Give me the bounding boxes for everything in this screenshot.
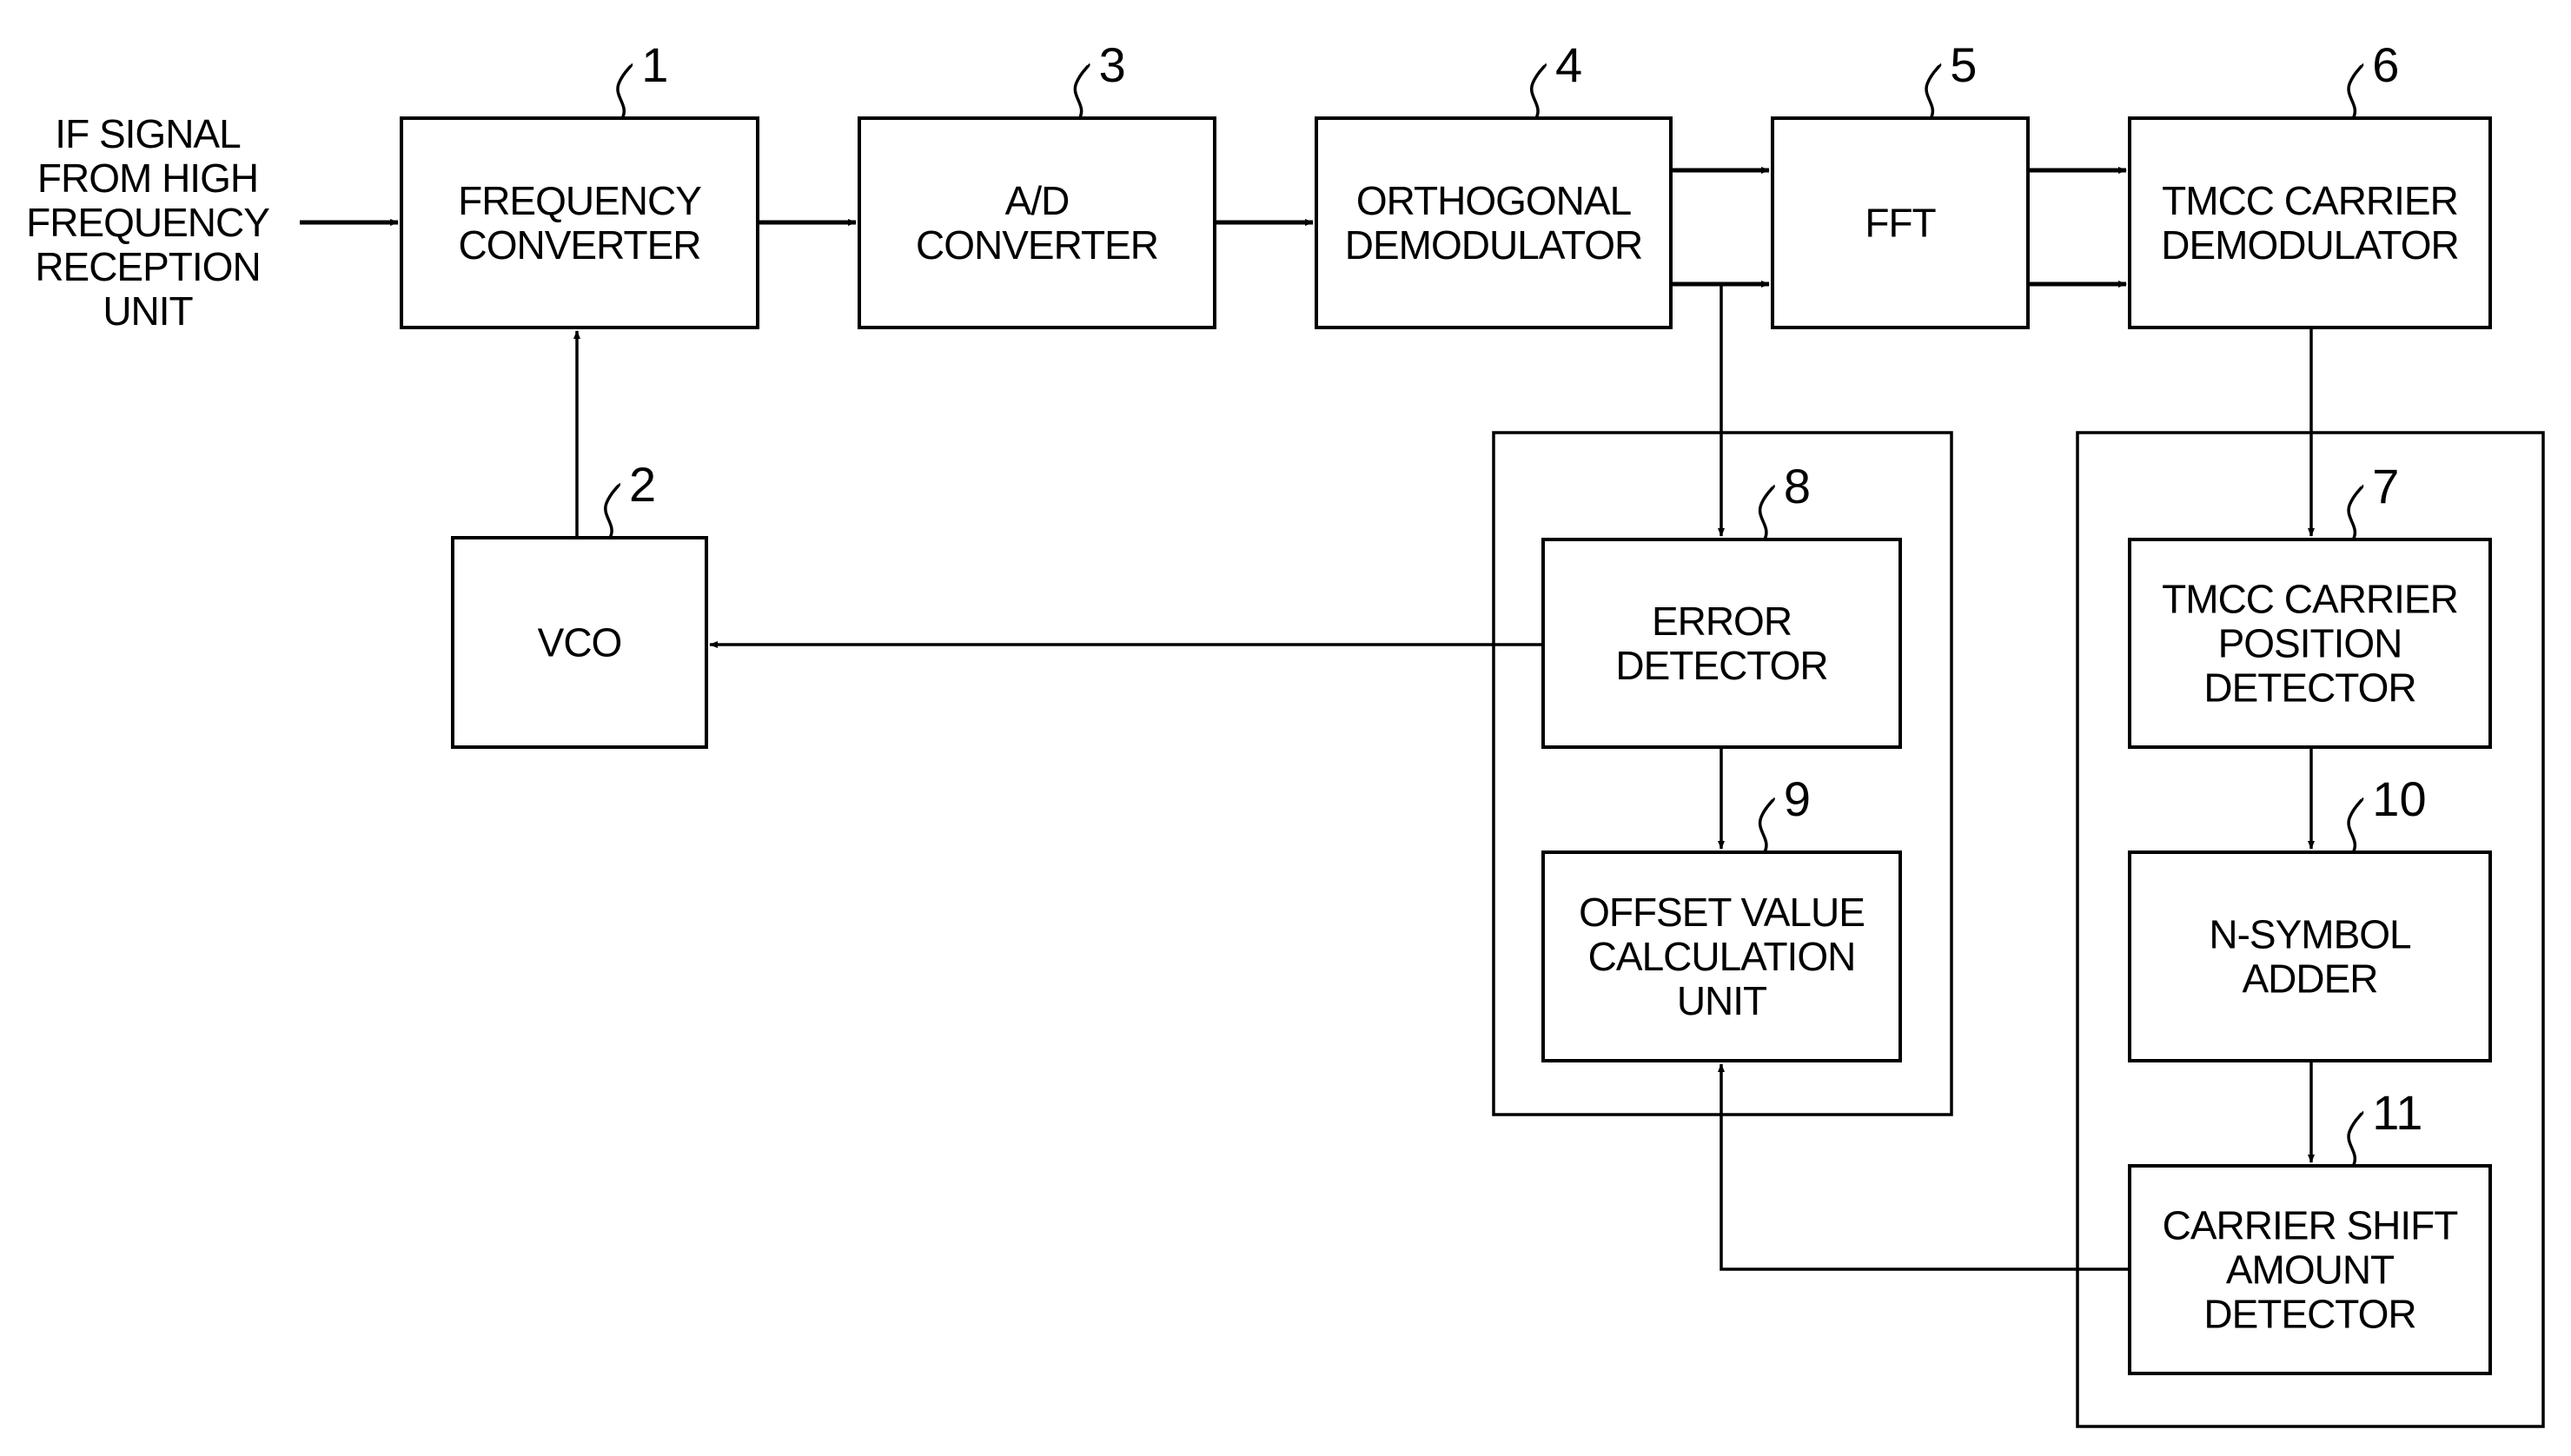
reference-numeral-11: 11 — [2372, 1085, 2422, 1140]
reference-numeral-3: 3 — [1099, 37, 1126, 92]
reference-numeral-1: 1 — [641, 37, 668, 92]
n-symbol-adder-label: N-SYMBOL — [2209, 912, 2411, 957]
tmcc-carrier-demodulator-label: TMCC CARRIER — [2162, 178, 2458, 223]
leader-line — [2347, 1110, 2364, 1167]
reference-numeral-2: 2 — [629, 457, 656, 512]
input-label-line: UNIT — [103, 288, 193, 334]
arrow-carrier-shift-to-offset — [1718, 1063, 2130, 1271]
tmcc-carrier-demodulator-label: DEMODULATOR — [2161, 222, 2459, 268]
tmcc-carrier-position-detector-label: DETECTOR — [2203, 665, 2415, 711]
error-detector-label: DETECTOR — [1615, 643, 1827, 688]
frequency-converter-label: FREQUENCY — [458, 178, 701, 223]
block-tmcc-carrier-demodulator: TMCC CARRIERDEMODULATOR 6 — [2128, 37, 2492, 329]
leader-line — [2347, 797, 2364, 853]
leader-line — [2347, 63, 2364, 119]
reference-numeral-4: 4 — [1555, 37, 1582, 92]
offset-value-calculation-unit-label: CALCULATION — [1588, 934, 1856, 979]
input-label-line: FROM HIGH — [37, 156, 258, 201]
block-frequency-converter: FREQUENCYCONVERTER 1 — [400, 37, 759, 329]
fft-label: FFT — [1865, 201, 1936, 246]
input-label: IF SIGNALFROM HIGHFREQUENCYRECEPTIONUNIT — [26, 111, 270, 334]
orthogonal-demodulator-label: ORTHOGONAL — [1356, 178, 1632, 223]
reference-numeral-6: 6 — [2372, 37, 2399, 92]
leader-line — [1073, 63, 1090, 119]
carrier-shift-amount-detector-label: CARRIER SHIFT — [2163, 1203, 2459, 1248]
leader-line — [2347, 484, 2364, 540]
leader-line — [1529, 63, 1547, 119]
block-ad-converter: A/DCONVERTER 3 — [858, 37, 1216, 329]
input-label-line: FREQUENCY — [26, 200, 269, 245]
error-detector-label: ERROR — [1652, 599, 1792, 644]
offset-value-calculation-unit-label: OFFSET VALUE — [1579, 890, 1865, 935]
carrier-shift-amount-detector-label: DETECTOR — [2203, 1292, 2415, 1337]
tmcc-carrier-position-detector-label: POSITION — [2218, 621, 2402, 666]
vco-label: VCO — [538, 620, 622, 665]
tmcc-carrier-position-detector-label: TMCC CARRIER — [2162, 577, 2458, 622]
reference-numeral-5: 5 — [1950, 37, 1977, 92]
block-orthogonal-demodulator: ORTHOGONALDEMODULATOR 4 — [1315, 37, 1673, 329]
orthogonal-demodulator-label: DEMODULATOR — [1345, 222, 1643, 268]
reference-numeral-7: 7 — [2372, 459, 2399, 513]
reference-numeral-9: 9 — [1784, 771, 1811, 826]
leader-line — [1758, 797, 1775, 853]
ad-converter-label: CONVERTER — [916, 222, 1158, 268]
offset-value-calculation-unit-label: UNIT — [1677, 978, 1767, 1023]
leader-line — [616, 63, 633, 119]
leader-line — [604, 482, 621, 539]
block-diagram: IF SIGNALFROM HIGHFREQUENCYRECEPTIONUNIT… — [26, 37, 2545, 1428]
block-vco: VCO 2 — [451, 457, 708, 749]
reference-numeral-8: 8 — [1784, 459, 1811, 513]
leader-line — [1758, 484, 1775, 540]
input-label-line: IF SIGNAL — [55, 111, 241, 156]
ad-converter-label: A/D — [1005, 178, 1070, 223]
carrier-shift-amount-detector-label: AMOUNT — [2226, 1248, 2395, 1293]
input-label-line: RECEPTION — [35, 244, 260, 289]
block-fft: FFT 5 — [1771, 37, 2030, 329]
n-symbol-adder-label: ADDER — [2242, 956, 2377, 1002]
frequency-converter-label: CONVERTER — [459, 222, 701, 268]
reference-numeral-10: 10 — [2372, 771, 2426, 826]
leader-line — [1925, 63, 1942, 119]
